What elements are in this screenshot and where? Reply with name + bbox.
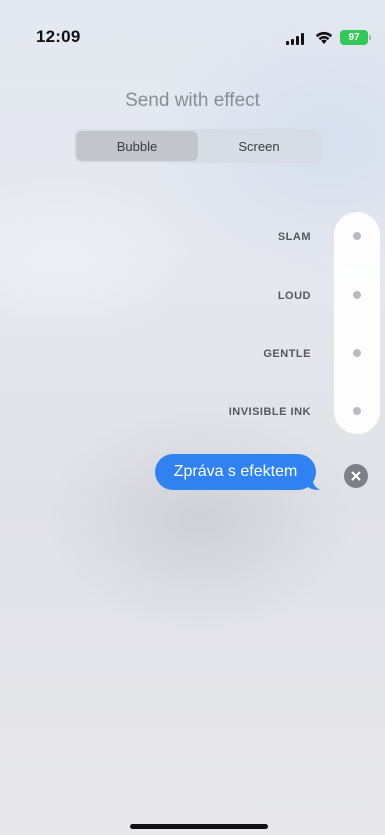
page-title: Send with effect (125, 90, 260, 111)
effect-selector-track[interactable] (334, 212, 380, 434)
battery-level: 97 (348, 32, 360, 43)
signal-icon (286, 33, 304, 45)
wifi-icon (315, 31, 333, 44)
effect-dot-gentle[interactable] (353, 349, 361, 357)
tab-bubble[interactable]: Bubble (76, 131, 198, 161)
effect-label-loud[interactable]: LOUD (278, 290, 311, 302)
message-bubble: Zpráva s efektem (155, 454, 316, 490)
battery-icon: 97 (340, 30, 371, 45)
effect-type-segmented-control: Bubble Screen (74, 129, 322, 163)
effect-label-slam[interactable]: SLAM (278, 231, 311, 243)
effect-label-gentle[interactable]: GENTLE (263, 348, 311, 360)
home-indicator[interactable] (130, 824, 268, 829)
effect-label-invisible-ink[interactable]: INVISIBLE INK (229, 406, 311, 418)
effect-dot-invisible-ink[interactable] (353, 407, 361, 415)
close-icon (351, 471, 361, 481)
effect-dot-loud[interactable] (353, 291, 361, 299)
close-button[interactable] (344, 464, 368, 488)
status-bar: 12:09 97 (0, 0, 385, 60)
effect-dot-slam[interactable] (353, 232, 361, 240)
tab-screen[interactable]: Screen (198, 131, 320, 161)
send-with-effect-screen: 12:09 97 Send with effect Bubble Screen … (0, 0, 385, 835)
status-time: 12:09 (36, 27, 81, 46)
